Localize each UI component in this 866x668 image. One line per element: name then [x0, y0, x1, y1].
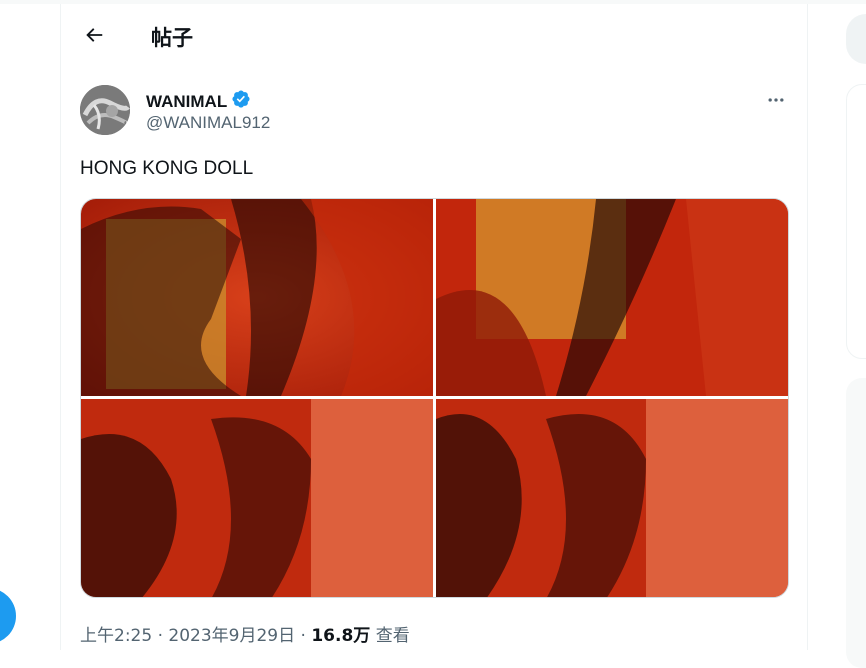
tweet-date[interactable]: 2023年9月29日: [168, 626, 295, 646]
tweet-photo-4[interactable]: [436, 399, 788, 597]
more-horizontal-icon: [766, 90, 786, 115]
tweet-photo-2[interactable]: [436, 199, 788, 396]
views-label: 查看: [375, 626, 410, 646]
meta-separator-1: ·: [157, 626, 163, 646]
author-handle[interactable]: @WANIMAL912: [146, 113, 270, 133]
meta-separator-2: ·: [300, 626, 306, 646]
primary-column: 帖子 WANIMAL @WANIMAL912 HONG KONG DOLL 上午…: [60, 4, 808, 650]
more-options-button[interactable]: [761, 87, 791, 117]
tweet-photo-3[interactable]: [81, 399, 433, 597]
back-button[interactable]: [77, 20, 111, 54]
author-display-name: WANIMAL: [146, 91, 228, 111]
tweet-meta: 上午2:25 · 2023年9月29日 · 16.8万 查看: [80, 621, 410, 646]
page-title: 帖子: [151, 26, 193, 50]
compose-button[interactable]: [0, 588, 16, 644]
page-header: 帖子: [61, 4, 807, 70]
tweet-photo-1[interactable]: [81, 199, 433, 396]
search-box[interactable]: [846, 14, 866, 64]
tweet-media-grid: [80, 198, 789, 598]
verified-badge-icon: [231, 89, 251, 114]
author-avatar[interactable]: [80, 85, 130, 135]
arrow-left-icon: [83, 24, 105, 51]
sidebar-panel-2: [846, 378, 866, 668]
views-count: 16.8万: [311, 626, 371, 646]
sidebar-panel: [846, 84, 866, 359]
tweet-text: HONG KONG DOLL: [80, 158, 254, 179]
author-name[interactable]: WANIMAL: [146, 89, 251, 114]
tweet-time[interactable]: 上午2:25: [80, 626, 152, 646]
